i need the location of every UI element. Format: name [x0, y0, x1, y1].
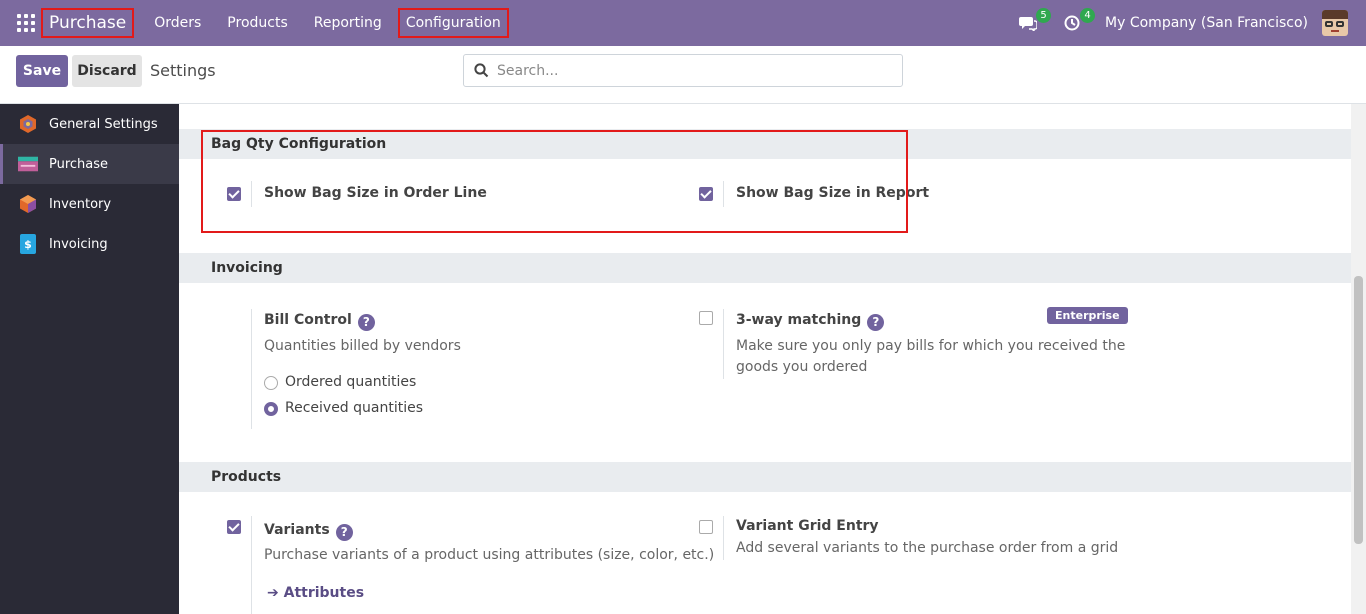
- setting-divider: [251, 309, 252, 429]
- variants-description: Purchase variants of a product using att…: [264, 547, 715, 563]
- variant-grid-entry-checkbox[interactable]: [699, 520, 713, 534]
- company-switcher[interactable]: My Company (San Francisco): [1105, 15, 1308, 31]
- enterprise-badge: Enterprise: [1047, 307, 1128, 324]
- svg-text:$: $: [24, 238, 32, 251]
- arrow-right-icon: ➔: [267, 585, 279, 601]
- three-way-matching-label-text: 3-way matching: [736, 312, 862, 328]
- three-way-matching-label: 3-way matching?: [736, 312, 885, 331]
- radio-received-quantities-label[interactable]: Received quantities: [285, 400, 423, 416]
- setting-divider: [251, 516, 252, 614]
- search-icon: [474, 63, 489, 78]
- menu-orders[interactable]: Orders: [148, 8, 207, 38]
- help-icon[interactable]: ?: [357, 313, 375, 331]
- section-title-products: Products: [179, 462, 1351, 492]
- setting-divider: [723, 309, 724, 379]
- attributes-link[interactable]: ➔ Attributes: [267, 585, 364, 601]
- app-brand-purchase[interactable]: Purchase: [41, 8, 135, 38]
- three-way-matching-description: Make sure you only pay bills for which y…: [736, 338, 1126, 375]
- menu-configuration[interactable]: Configuration: [397, 8, 509, 38]
- setting-divider: [723, 516, 724, 560]
- sidebar-item-label: Inventory: [49, 196, 112, 212]
- menu-products[interactable]: Products: [221, 8, 293, 38]
- attributes-link-text[interactable]: Attributes: [284, 585, 364, 601]
- inventory-icon: [18, 194, 38, 214]
- sidebar-item-label: General Settings: [49, 116, 158, 132]
- variants-label: Variants?: [264, 522, 353, 541]
- three-way-matching-checkbox[interactable]: [699, 311, 713, 325]
- radio-received-quantities[interactable]: [264, 402, 278, 416]
- help-icon[interactable]: ?: [867, 313, 885, 331]
- sidebar-item-invoicing[interactable]: $ Invoicing: [0, 224, 179, 264]
- settings-sidebar: General Settings Purchase Inventory $ In…: [0, 104, 179, 614]
- invoicing-icon: $: [18, 234, 38, 254]
- variant-grid-entry-label: Variant Grid Entry: [736, 518, 879, 534]
- scrollbar-thumb[interactable]: [1354, 276, 1363, 544]
- content-scrollbar[interactable]: [1351, 104, 1366, 614]
- sidebar-item-label: Purchase: [49, 156, 109, 172]
- sidebar-item-inventory[interactable]: Inventory: [0, 184, 179, 224]
- variant-grid-entry-description: Add several variants to the purchase ord…: [736, 540, 1119, 556]
- variants-checkbox[interactable]: [227, 520, 241, 534]
- sidebar-item-general-settings[interactable]: General Settings: [0, 104, 179, 144]
- messages-button[interactable]: 5: [1017, 8, 1052, 34]
- discard-button[interactable]: Discard: [72, 55, 142, 87]
- bill-control-label-text: Bill Control: [264, 312, 352, 328]
- general-settings-icon: [18, 114, 38, 134]
- control-panel: Save Discard Settings: [0, 46, 1366, 104]
- highlight-box-bag-qty: [201, 130, 908, 233]
- help-icon[interactable]: ?: [335, 523, 353, 541]
- sidebar-item-purchase[interactable]: Purchase: [0, 144, 179, 184]
- search-box[interactable]: [463, 54, 903, 87]
- bill-control-label: Bill Control?: [264, 312, 375, 331]
- top-navbar: Purchase Orders Products Reporting Confi…: [0, 0, 1366, 46]
- search-input[interactable]: [497, 62, 877, 79]
- sidebar-item-label: Invoicing: [49, 236, 108, 252]
- user-avatar[interactable]: [1322, 10, 1348, 36]
- activities-count-badge: 4: [1080, 8, 1096, 23]
- purchase-icon: [18, 154, 38, 174]
- section-title-invoicing: Invoicing: [179, 253, 1351, 283]
- radio-ordered-quantities[interactable]: [264, 376, 278, 390]
- messages-count-badge: 5: [1036, 8, 1052, 23]
- menu-reporting[interactable]: Reporting: [308, 8, 388, 38]
- variants-label-text: Variants: [264, 522, 330, 538]
- activities-button[interactable]: 4: [1061, 8, 1096, 34]
- page-title: Settings: [150, 61, 216, 80]
- save-button[interactable]: Save: [16, 55, 68, 87]
- app-grid-icon[interactable]: [17, 14, 35, 32]
- clock-icon: [1064, 15, 1080, 31]
- bill-control-description: Quantities billed by vendors: [264, 338, 461, 354]
- radio-ordered-quantities-label[interactable]: Ordered quantities: [285, 374, 416, 390]
- settings-content: Bag Qty Configuration Show Bag Size in O…: [179, 104, 1351, 614]
- chat-icon: [1019, 17, 1038, 31]
